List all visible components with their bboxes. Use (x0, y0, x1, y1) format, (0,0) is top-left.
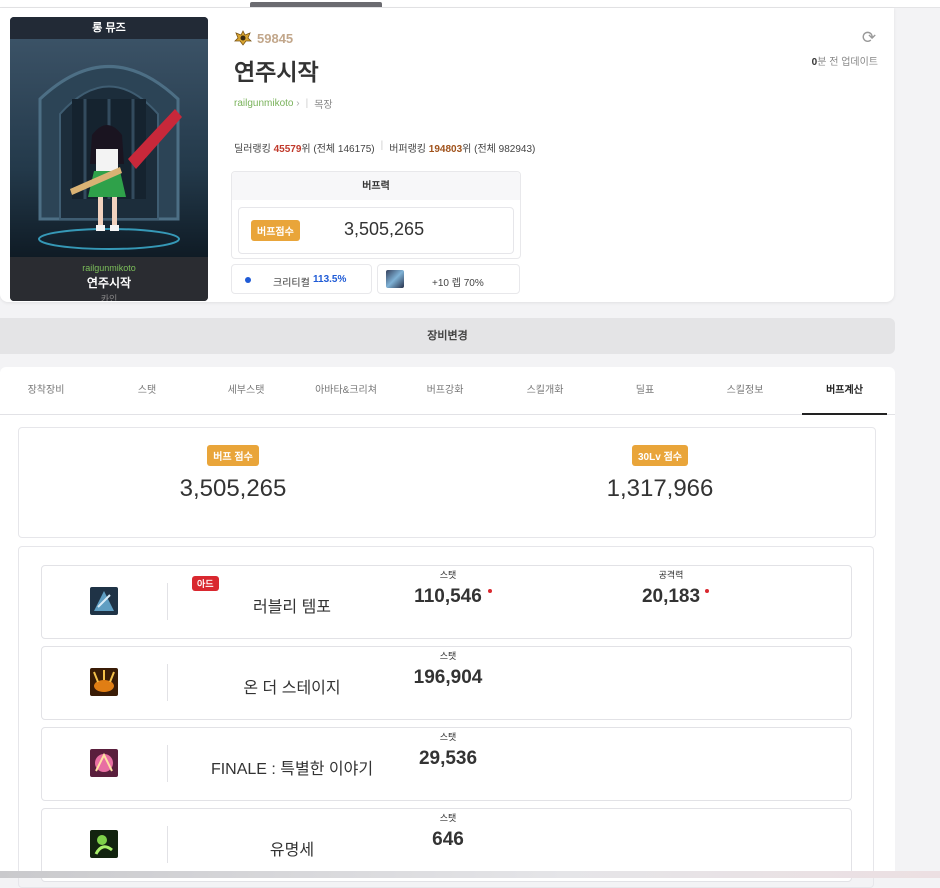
stat-value: 646 (432, 829, 464, 850)
buff-power-title: 버프력 (232, 172, 520, 200)
indicator-dot-icon (705, 589, 709, 593)
adventure-guild-row: railgunmikoto › | 목장 (234, 96, 333, 111)
ranking-row: 딜러랭킹 45579위 (전체 146175) | 버퍼랭킹 194803위 (… (234, 140, 535, 155)
buff-skills-panel: 아드 러블리 템포 스탯 110,546 공격력 20,183 온 더 스테이지… (18, 546, 874, 888)
chevron-right-icon: › (296, 98, 300, 109)
buff-score-column: 버프 점수 3,505,265 (83, 445, 383, 503)
fame-emblem-icon (234, 30, 252, 46)
top-nav-bar (0, 0, 940, 8)
tab-detail-stats[interactable]: 세부스탯 (196, 367, 296, 413)
dealer-rank-value: 45579 (273, 144, 302, 155)
tab-buff-enhance[interactable]: 버프강화 (395, 367, 495, 413)
skill-row: 아드 러블리 템포 스탯 110,546 공격력 20,183 (41, 565, 852, 639)
character-class-label: 롱 뮤즈 (10, 17, 208, 39)
buff-score-value: 3,505,265 (344, 219, 425, 239)
lv30-score-total: 1,317,966 (606, 475, 714, 502)
fame-value: 59845 (257, 30, 294, 46)
stat-label: 스탯 (439, 813, 457, 823)
stat-value: 29,536 (418, 748, 478, 769)
adventure-name: railgunmikoto (82, 263, 136, 273)
stat-value: 196,904 (413, 667, 483, 688)
skill-row: FINALE : 특별한 이야기 스탯 29,536 (41, 727, 852, 801)
skill-row: 온 더 스테이지 스탯 196,904 (41, 646, 852, 720)
character-portrait-card[interactable]: 롱 뮤즈 railgunmikoto 연주시작 카인 (10, 17, 208, 301)
finale-skill-icon (90, 749, 118, 777)
lv30-score-label-badge: 30Lv 점수 (632, 445, 688, 466)
stat-column: 스탯 646 (388, 811, 508, 851)
stat-column: 스탯 196,904 (388, 649, 508, 689)
skill-name: FINALE : 특별한 이야기 (210, 761, 374, 778)
tab-equipment[interactable]: 장착장비 (0, 367, 96, 413)
character-artwork (10, 39, 208, 257)
main-content-card: 장착장비 스탯 세부스탯 아바타&크리쳐 버프강화 스킬개화 딜표 스킬정보 버… (0, 367, 895, 888)
tab-avatar-creature[interactable]: 아바타&크리쳐 (296, 367, 396, 413)
indicator-dot-icon (488, 589, 492, 593)
skill-name: 러블리 템포 (252, 599, 332, 616)
tab-bar: 장착장비 스탯 세부스탯 아바타&크리쳐 버프강화 스킬개화 딜표 스킬정보 버… (0, 367, 895, 415)
dealer-ranking: 딜러랭킹 45579위 (전체 146175) (234, 144, 375, 155)
skill-name: 온 더 스테이지 (243, 680, 341, 697)
attack-value: 20,183 (641, 586, 701, 607)
character-name-small: 연주시작 (86, 276, 132, 290)
lovely-tempo-skill-icon (90, 587, 118, 615)
divider (167, 745, 168, 782)
attack-column: 공격력 20,183 (611, 568, 731, 608)
character-profile-card: 롱 뮤즈 railgunmikoto 연주시작 카인 59845 연주시작 ra… (0, 8, 894, 302)
buff-score-label-badge: 버프 점수 (207, 445, 259, 466)
bottom-edge (0, 871, 940, 878)
divider: | (305, 98, 309, 109)
tab-skill-info[interactable]: 스킬정보 (695, 367, 795, 413)
top-nav-active-indicator (250, 2, 382, 7)
update-status: 0분 전 업데이트 (811, 57, 878, 68)
buffer-ranking: 버퍼랭킹 194803위 (전체 982943) (389, 144, 536, 155)
skill-level-icon (386, 270, 404, 288)
on-the-stage-skill-icon (90, 668, 118, 696)
level-text: +10 렙 70% (432, 278, 484, 289)
adventure-link[interactable]: railgunmikoto › (234, 98, 300, 109)
score-summary-panel: 버프 점수 3,505,265 30Lv 점수 1,317,966 (18, 427, 876, 538)
fame-row: 59845 (234, 30, 293, 46)
guild-name[interactable]: 목장 (314, 96, 332, 111)
critical-label: 크리티컬 (273, 278, 310, 289)
level-box: +10 렙 70% (377, 264, 520, 294)
buff-score-total: 3,505,265 (179, 475, 287, 502)
fame-skill-icon (90, 830, 118, 858)
divider: | (380, 140, 384, 151)
critical-value: 113.5% (313, 274, 347, 285)
tab-stats[interactable]: 스탯 (97, 367, 197, 413)
equip-change-button[interactable]: 장비변경 (0, 318, 895, 354)
buff-power-box: 버프력 버프점수 3,505,265 (231, 171, 521, 259)
tab-buff-calc[interactable]: 버프계산 (802, 367, 887, 415)
critical-dot-icon (245, 277, 251, 283)
critical-box: 크리티컬 113.5% (231, 264, 372, 294)
skill-name: 유명세 (269, 842, 315, 859)
stat-label: 스탯 (439, 651, 457, 661)
refresh-icon[interactable]: ⟳ (858, 27, 880, 49)
attack-label: 공격력 (658, 570, 684, 580)
stat-label: 스탯 (439, 570, 457, 580)
tab-damage-table[interactable]: 딜표 (595, 367, 695, 413)
divider (167, 664, 168, 701)
server-name: 카인 (100, 294, 118, 301)
stat-label: 스탯 (439, 732, 457, 742)
stat-column: 스탯 29,536 (388, 730, 508, 770)
lv30-score-column: 30Lv 점수 1,317,966 (510, 445, 810, 503)
tab-skill-bloom[interactable]: 스킬개화 (495, 367, 595, 413)
adventure-link-text: railgunmikoto (234, 98, 294, 109)
buff-score-badge: 버프점수 (251, 220, 300, 241)
character-name: 연주시작 (234, 59, 319, 85)
divider (167, 826, 168, 863)
buff-score-row: 버프점수 3,505,265 (238, 207, 514, 254)
character-info-footer: railgunmikoto 연주시작 카인 (10, 257, 208, 301)
stat-column: 스탯 110,546 (388, 568, 508, 608)
buffer-rank-value: 194803 (428, 144, 463, 155)
divider (167, 583, 168, 620)
skill-tag-badge: 아드 (192, 576, 219, 591)
